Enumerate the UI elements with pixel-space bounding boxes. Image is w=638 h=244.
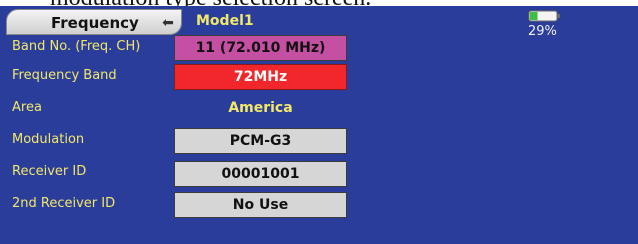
model-name: Model1	[196, 13, 254, 29]
battery-percent: 29%	[528, 24, 557, 39]
area-label: Area	[12, 100, 42, 115]
receiver-id-button[interactable]: 00001001	[174, 161, 347, 187]
band-no-button[interactable]: 11 (72.010 MHz)	[174, 35, 347, 61]
return-arrow-icon[interactable]: ⬅	[157, 15, 179, 31]
frequency-band-label: Frequency Band	[12, 68, 117, 83]
battery-icon	[528, 9, 562, 23]
frequency-band-button[interactable]: 72MHz	[174, 64, 347, 90]
area-value: America	[228, 100, 293, 116]
title-tab[interactable]: Frequency ⬅	[6, 9, 182, 35]
second-receiver-id-button[interactable]: No Use	[174, 192, 347, 218]
screen-title: Frequency	[51, 14, 139, 32]
band-no-label: Band No. (Freq. CH)	[12, 39, 141, 54]
receiver-id-label: Receiver ID	[12, 164, 87, 179]
modulation-label: Modulation	[12, 132, 85, 147]
transmitter-screen: Frequency ⬅ Model1 29% Band No. (Freq. C…	[0, 6, 638, 244]
second-receiver-id-label: 2nd Receiver ID	[12, 196, 116, 211]
modulation-button[interactable]: PCM-G3	[174, 128, 347, 154]
